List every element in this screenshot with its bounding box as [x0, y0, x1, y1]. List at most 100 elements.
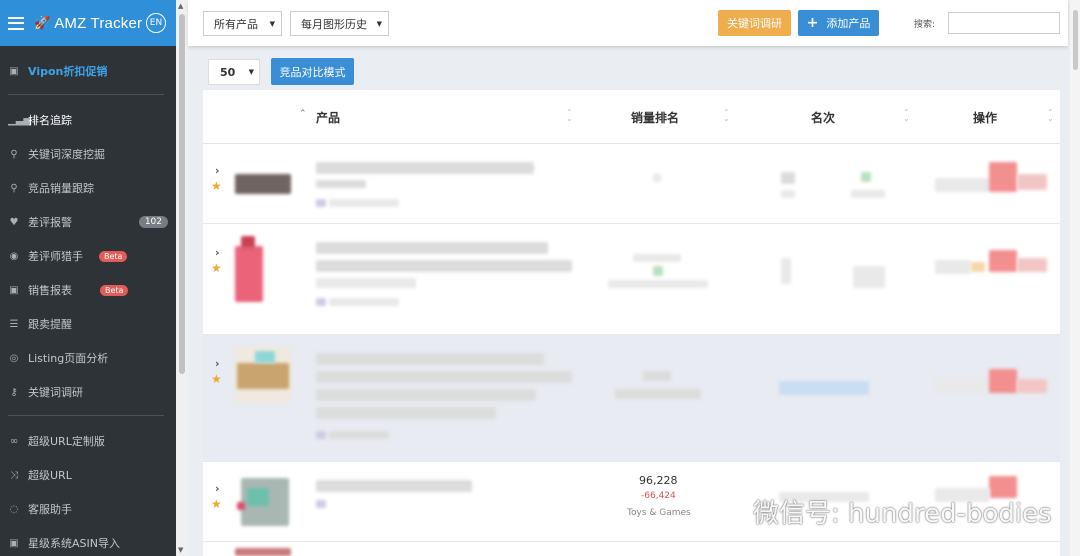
sidebar-item-sales-report[interactable]: ▣ 销售报表 Beta — [0, 278, 176, 302]
sidebar-item-asin-import[interactable]: ▣ 星级系统ASIN导入 — [0, 531, 176, 555]
table-header: ⌃ 产品 ⌃ ⌄ 销量排名 ⌃ ⌄ 名次 ⌃ ⌄ 操作 ⌃ ⌄ — [203, 90, 1060, 144]
product-thumbnail[interactable] — [235, 236, 263, 302]
star-icon[interactable]: ★ — [211, 179, 222, 193]
column-header-position[interactable]: 名次 — [811, 109, 835, 126]
product-title-redacted — [316, 162, 534, 174]
action-buttons-redacted[interactable] — [1017, 379, 1047, 393]
language-toggle[interactable]: EN — [146, 13, 166, 33]
column-header-sales-rank[interactable]: 销量排名 — [631, 109, 679, 126]
action-buttons-redacted[interactable] — [935, 178, 990, 192]
expand-chevron-icon[interactable]: › — [215, 246, 220, 259]
sidebar-item-label: 差评报警 — [28, 216, 72, 229]
column-header-product[interactable]: 产品 — [316, 109, 340, 126]
link-icon: ∞ — [9, 435, 19, 447]
divider — [8, 94, 164, 95]
scroll-down-arrow-icon[interactable]: ▼ — [178, 546, 183, 554]
star-icon[interactable]: ★ — [211, 497, 222, 511]
sales-rank-value: 96,228 — [639, 474, 678, 487]
sidebar-item-competitor-sales[interactable]: ⚲ 竞品销量跟踪 — [0, 176, 176, 200]
position-redacted — [779, 381, 869, 395]
compare-mode-button[interactable]: 竞品对比模式 — [271, 58, 354, 85]
sort-asc-icon[interactable]: ⌃ — [299, 110, 307, 119]
product-title-redacted — [316, 480, 472, 492]
action-buttons-redacted[interactable] — [1017, 258, 1047, 272]
wechat-watermark: 微信号: hundred-bodies — [705, 493, 1052, 530]
action-buttons-redacted[interactable] — [935, 260, 971, 274]
sidebar-item-listing-analysis[interactable]: ◎ Listing页面分析 — [0, 346, 176, 370]
star-icon[interactable]: ★ — [211, 372, 222, 386]
product-title-redacted — [316, 371, 572, 383]
product-title-redacted — [316, 260, 572, 272]
add-product-button[interactable]: + 添加产品 — [798, 10, 879, 36]
action-buttons-redacted[interactable] — [989, 369, 1017, 393]
sidebar-item-customer-service[interactable]: ◌ 客服助手 — [0, 497, 176, 521]
top-bar: 所有产品 ▼ 每月图形历史 ▼ 关键词调研 + 添加产品 搜索: — [188, 0, 1068, 46]
page-size-select[interactable]: 50 ▼ — [208, 59, 260, 85]
sidebar-item-vipon[interactable]: ▣ Vipon折扣促销 — [0, 59, 176, 83]
sidebar-item-label: 销售报表 — [28, 284, 72, 297]
product-title-redacted — [316, 353, 544, 365]
expand-chevron-icon[interactable]: › — [215, 482, 220, 495]
sidebar-item-rank-tracking[interactable]: ▁▃▅ 排名追踪 — [0, 108, 176, 132]
product-tag-redacted — [329, 431, 389, 439]
sidebar-item-super-url-custom[interactable]: ∞ 超级URL定制版 — [0, 429, 176, 453]
search-icon: ⚲ — [10, 182, 18, 194]
sidebar-item-keyword-mining[interactable]: ⚲ 关键词深度挖掘 — [0, 142, 176, 166]
product-thumbnail[interactable] — [235, 472, 291, 528]
action-buttons-redacted[interactable] — [1017, 174, 1047, 190]
action-buttons-redacted[interactable] — [971, 262, 985, 272]
product-filter-select[interactable]: 所有产品 ▼ — [203, 11, 282, 36]
gift-icon: ▣ — [9, 284, 19, 296]
button-label: 关键词调研 — [727, 17, 782, 30]
action-buttons-redacted[interactable] — [989, 162, 1017, 192]
action-buttons-redacted[interactable] — [935, 379, 990, 393]
brand-bar: 🚀 AMZ Tracker EN — [0, 0, 176, 46]
sort-icon[interactable]: ⌃ ⌄ — [566, 109, 573, 123]
heart-icon: ♥ — [9, 216, 19, 228]
scrollbar-thumb[interactable] — [1073, 10, 1078, 70]
sidebar-item-label: 客服助手 — [28, 503, 72, 516]
sidebar-item-super-url[interactable]: ⤨ 超级URL — [0, 463, 176, 487]
scroll-up-arrow-icon[interactable]: ▲ — [178, 2, 183, 10]
sidebar-item-label: 星级系统ASIN导入 — [28, 537, 120, 550]
position-redacted — [853, 266, 885, 288]
star-icon[interactable]: ★ — [211, 261, 222, 275]
caret-down-icon: ▼ — [269, 19, 275, 28]
scrollbar-thumb[interactable] — [179, 14, 185, 374]
caret-down-icon: ▼ — [376, 19, 382, 28]
expand-chevron-icon[interactable]: › — [215, 164, 220, 177]
page-scrollbar[interactable] — [1070, 0, 1080, 556]
table-row[interactable]: › ★ — [203, 144, 1060, 224]
rank-redacted — [608, 280, 708, 288]
expand-chevron-icon[interactable]: › — [215, 357, 220, 370]
product-thumbnail[interactable] — [235, 170, 291, 198]
select-value: 所有产品 — [214, 17, 258, 31]
gift-icon: ▣ — [9, 65, 19, 77]
sort-icon[interactable]: ⌃ ⌄ — [903, 109, 910, 123]
product-thumbnail[interactable] — [235, 347, 291, 403]
select-value: 50 — [220, 65, 236, 79]
brand-title[interactable]: AMZ Tracker — [54, 15, 142, 32]
sidebar-item-reviewer-hunter[interactable]: ◉ 差评师猎手 Beta — [0, 244, 176, 268]
hamburger-menu-icon[interactable] — [8, 16, 24, 30]
sidebar-item-keyword-research[interactable]: ⚷ 关键词调研 — [0, 380, 176, 404]
button-label: 竞品对比模式 — [279, 65, 346, 79]
chat-icon: ◌ — [9, 503, 19, 515]
keyword-research-button[interactable]: 关键词调研 — [718, 10, 791, 36]
sidebar-item-hijacker-alert[interactable]: ☰ 跟卖提醒 — [0, 312, 176, 336]
sidebar-item-negative-review-alert[interactable]: ♥ 差评报警 102 — [0, 210, 176, 234]
search-input[interactable] — [948, 12, 1060, 34]
table-row[interactable] — [203, 542, 1060, 556]
table-row[interactable]: › ★ — [203, 224, 1060, 335]
table-row[interactable]: › ★ — [203, 335, 1060, 462]
action-buttons-redacted[interactable] — [989, 250, 1017, 272]
sort-icon[interactable]: ⌃ ⌄ — [1047, 109, 1054, 123]
target-icon: ◉ — [9, 250, 19, 262]
product-tag-redacted — [316, 199, 326, 207]
product-tag-redacted — [316, 431, 326, 439]
product-title-redacted — [316, 407, 496, 419]
sidebar: 🚀 AMZ Tracker EN ▣ Vipon折扣促销 ▁▃▅ 排名追踪 ⚲ … — [0, 0, 176, 556]
history-select[interactable]: 每月图形历史 ▼ — [290, 11, 389, 36]
sidebar-scrollbar[interactable]: ▲ ▼ — [176, 0, 188, 556]
sort-icon[interactable]: ⌃ ⌄ — [723, 109, 730, 123]
